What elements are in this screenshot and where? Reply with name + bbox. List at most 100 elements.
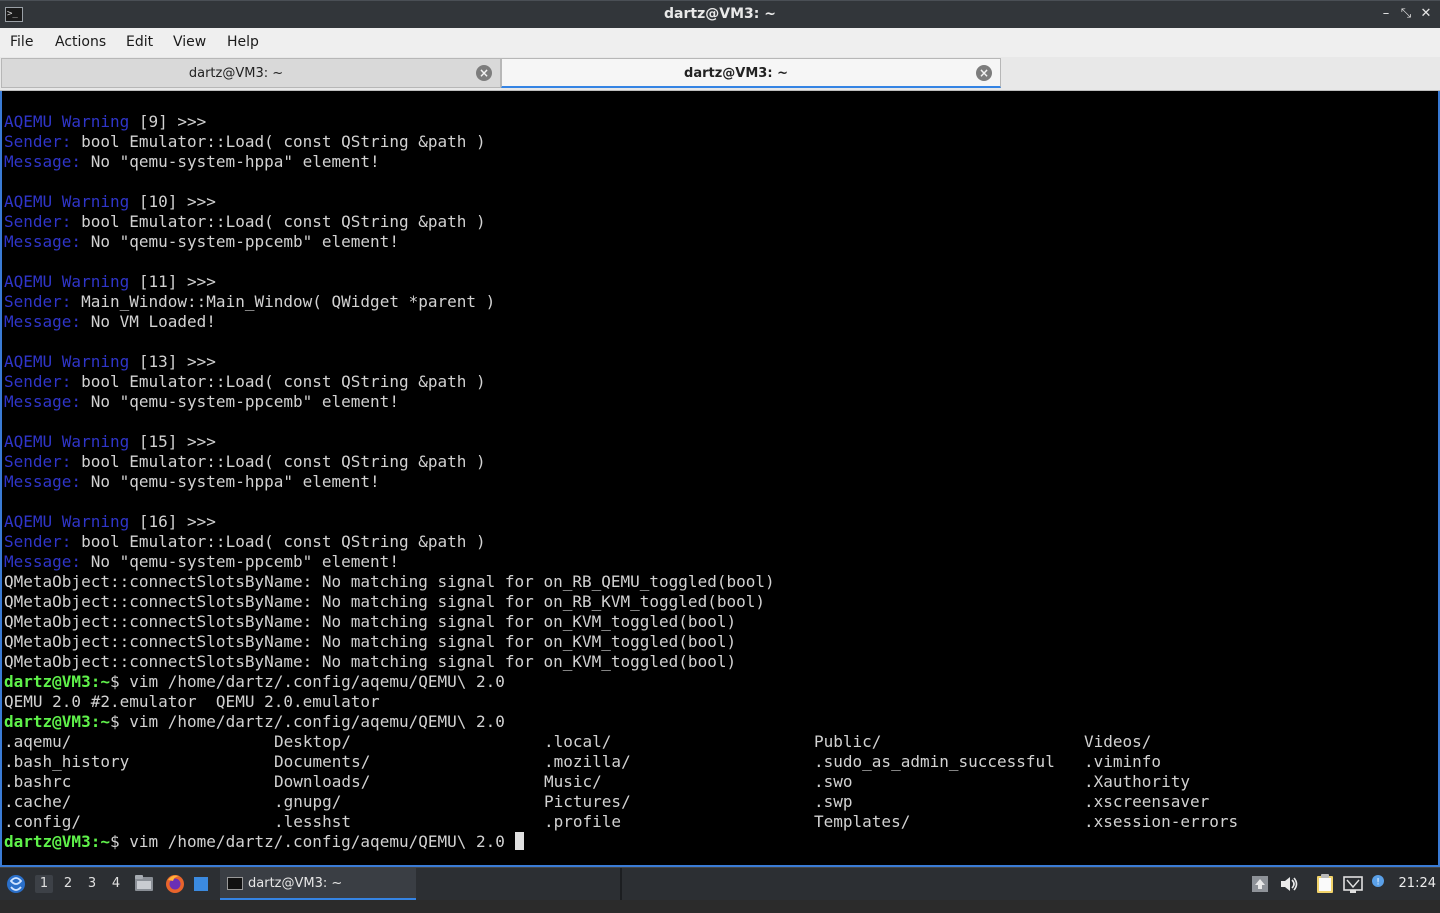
completion-entry: .lesshst: [274, 812, 352, 831]
menu-file[interactable]: File: [10, 34, 33, 50]
terminal-text: Message:: [4, 552, 82, 571]
terminal-text: QMetaObject::connectSlotsByName: No matc…: [4, 612, 737, 631]
close-tab-icon[interactable]: ×: [476, 65, 492, 81]
completion-entry: .profile: [544, 812, 622, 831]
workspace-1[interactable]: 1: [35, 875, 53, 893]
completion-entry: .bashrc: [4, 772, 72, 791]
file-manager-icon[interactable]: [134, 868, 154, 900]
notification-icon[interactable]: !: [1370, 868, 1386, 900]
workspace-3[interactable]: 3: [83, 875, 101, 893]
completion-entry: Documents/: [274, 752, 371, 771]
terminal-text: bool Emulator::Load( const QString &path…: [71, 532, 486, 551]
terminal-prompt-line: dartz@VM3:~$ vim /home/dartz/.config/aqe…: [4, 832, 524, 852]
terminal-text: Message:: [4, 152, 82, 171]
menu-help[interactable]: Help: [227, 34, 259, 50]
menu-actions[interactable]: Actions: [55, 34, 106, 50]
completion-entry: Pictures/: [544, 792, 631, 811]
task-button-terminal[interactable]: dartz@VM3: ~: [220, 868, 416, 900]
terminal-line: Message: No "qemu-system-ppcemb" element…: [4, 392, 399, 412]
terminal-text: Sender:: [4, 372, 72, 391]
terminal-text: No VM Loaded!: [81, 312, 216, 331]
terminal-text: Message:: [4, 312, 82, 331]
clock: 21:24: [1398, 876, 1436, 891]
terminal-line: AQEMU Warning [16] >>>: [4, 512, 216, 532]
terminal-text: No "qemu-system-ppcemb" element!: [81, 552, 399, 571]
terminal-line: QMetaObject::connectSlotsByName: No matc…: [4, 592, 765, 612]
completion-entry: Public/: [814, 732, 882, 751]
completion-entry: .viminfo: [1084, 752, 1162, 771]
terminal-text: No "qemu-system-ppcemb" element!: [81, 232, 399, 251]
completion-entry: .mozilla/: [544, 752, 631, 771]
firefox-icon[interactable]: [164, 868, 186, 900]
terminal-line: Sender: bool Emulator::Load( const QStri…: [4, 452, 486, 472]
terminal-text: [15] >>>: [129, 432, 216, 451]
workspace-2[interactable]: 2: [59, 875, 77, 893]
terminal-line: Message: No "qemu-system-hppa" element!: [4, 472, 380, 492]
terminal-text: Message:: [4, 392, 82, 411]
terminal-line: Message: No "qemu-system-hppa" element!: [4, 152, 380, 172]
terminal-line: AQEMU Warning [11] >>>: [4, 272, 216, 292]
terminal-text: Sender:: [4, 132, 72, 151]
terminal-text: [16] >>>: [129, 512, 216, 531]
terminal-line: dartz@VM3:~$ vim /home/dartz/.config/aqe…: [4, 672, 505, 692]
terminal-line: Message: No "qemu-system-ppcemb" element…: [4, 552, 399, 572]
completion-entry: Videos/: [1084, 732, 1152, 751]
network-icon[interactable]: [1342, 868, 1364, 900]
task-label: dartz@VM3: ~: [248, 876, 343, 891]
terminal-line: Sender: bool Emulator::Load( const QStri…: [4, 212, 486, 232]
workspace-4[interactable]: 4: [107, 875, 125, 893]
text-cursor: [514, 832, 524, 850]
terminal-text: AQEMU Warning: [4, 272, 130, 291]
window-titlebar[interactable]: >_ dartz@VM3: ~ – ⤡ ✕: [0, 0, 1440, 28]
desktop-icon[interactable]: [193, 868, 209, 900]
minimize-icon[interactable]: –: [1378, 6, 1394, 22]
close-icon[interactable]: ✕: [1418, 6, 1434, 22]
terminal-text: QEMU 2.0 #2.emulator QEMU 2.0.emulator: [4, 692, 380, 711]
terminal-text: [11] >>>: [129, 272, 216, 291]
tab-terminal-1[interactable]: dartz@VM3: ~ ×: [1, 58, 501, 88]
completion-entry: .xscreensaver: [1084, 792, 1210, 811]
terminal-line: AQEMU Warning [13] >>>: [4, 352, 216, 372]
tab-bar: dartz@VM3: ~ × dartz@VM3: ~ ×: [0, 57, 1440, 91]
terminal-text: No "qemu-system-hppa" element!: [81, 472, 380, 491]
terminal-icon: [227, 877, 243, 890]
terminal-line: Message: No "qemu-system-ppcemb" element…: [4, 232, 399, 252]
terminal-text: QMetaObject::connectSlotsByName: No matc…: [4, 572, 775, 591]
tab-terminal-2[interactable]: dartz@VM3: ~ ×: [501, 58, 1001, 88]
terminal-line: QMetaObject::connectSlotsByName: No matc…: [4, 632, 736, 652]
lxqt-menu-icon[interactable]: [5, 868, 27, 900]
clipboard-icon[interactable]: [1315, 868, 1335, 900]
terminal-text: QMetaObject::connectSlotsByName: No matc…: [4, 652, 737, 671]
terminal-text: AQEMU Warning: [4, 512, 130, 531]
terminal-line: Message: No VM Loaded!: [4, 312, 216, 332]
completion-entry: .swp: [814, 792, 853, 811]
terminal-text: AQEMU Warning: [4, 112, 130, 131]
terminal-text: dartz@VM3:~: [4, 672, 110, 691]
terminal-text: bool Emulator::Load( const QString &path…: [71, 372, 486, 391]
maximize-icon[interactable]: ⤡: [1398, 6, 1414, 22]
completion-entry: Templates/: [814, 812, 911, 831]
terminal-output[interactable]: AQEMU Warning [9] >>> Sender: bool Emulat…: [0, 91, 1440, 867]
terminal-text: AQEMU Warning: [4, 192, 130, 211]
terminal-text: bool Emulator::Load( const QString &path…: [71, 212, 486, 231]
terminal-text: [13] >>>: [129, 352, 216, 371]
close-tab-icon[interactable]: ×: [976, 65, 992, 81]
terminal-text: QMetaObject::connectSlotsByName: No matc…: [4, 632, 737, 651]
upload-icon[interactable]: [1251, 868, 1269, 900]
terminal-text: QMetaObject::connectSlotsByName: No matc…: [4, 592, 765, 611]
completion-entry: .swo: [814, 772, 853, 791]
terminal-text: bool Emulator::Load( const QString &path…: [71, 452, 486, 471]
terminal-text: Sender:: [4, 212, 72, 231]
menu-edit[interactable]: Edit: [126, 34, 153, 50]
completion-entry: .bash_history: [4, 752, 130, 771]
terminal-line: Sender: bool Emulator::Load( const QStri…: [4, 372, 486, 392]
terminal-line: QMetaObject::connectSlotsByName: No matc…: [4, 572, 775, 592]
terminal-text: AQEMU Warning: [4, 432, 130, 451]
menu-view[interactable]: View: [173, 34, 206, 50]
terminal-line: QMetaObject::connectSlotsByName: No matc…: [4, 652, 736, 672]
terminal-text: No "qemu-system-hppa" element!: [81, 152, 380, 171]
completion-entry: .local/: [544, 732, 612, 751]
terminal-line: AQEMU Warning [15] >>>: [4, 432, 216, 452]
volume-icon[interactable]: [1279, 868, 1299, 900]
terminal-text: $ vim /home/dartz/.config/aqemu/QEMU\ 2.…: [109, 712, 505, 731]
